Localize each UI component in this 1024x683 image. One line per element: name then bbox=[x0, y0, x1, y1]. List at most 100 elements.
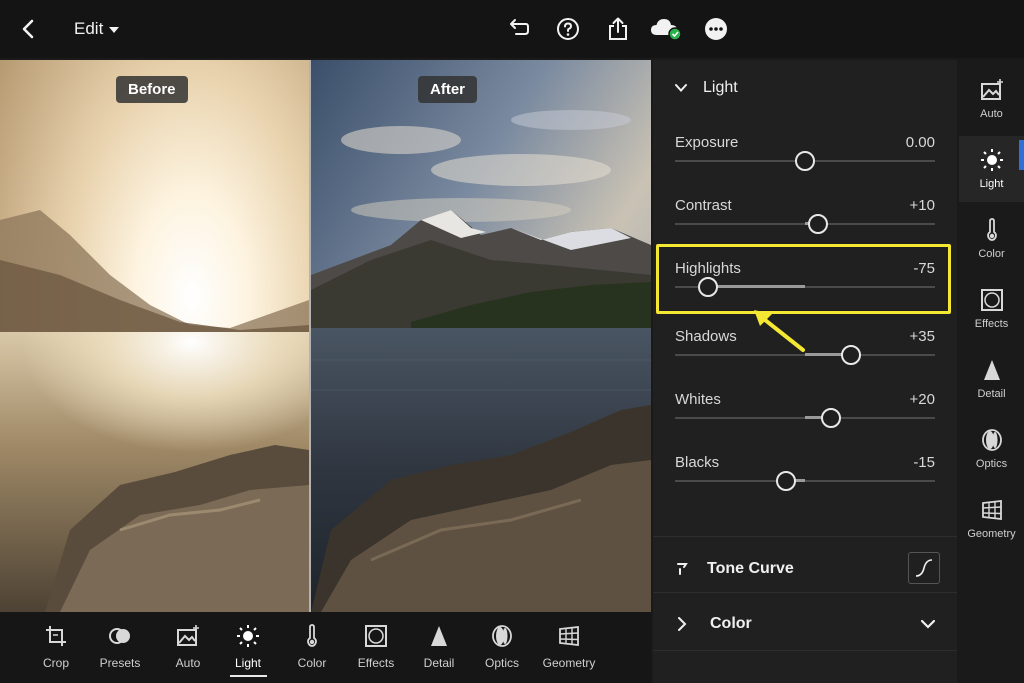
more-button[interactable] bbox=[702, 14, 730, 44]
slider-thumb[interactable] bbox=[821, 408, 841, 428]
back-button[interactable] bbox=[14, 14, 42, 44]
slider-thumb[interactable] bbox=[808, 214, 828, 234]
toolbar-effects[interactable]: Effects bbox=[345, 620, 407, 680]
cloud-sync-button[interactable] bbox=[650, 14, 684, 44]
auto-icon bbox=[177, 625, 199, 646]
tone-curve-section-header[interactable]: Tone Curve bbox=[653, 542, 957, 596]
presets-icon bbox=[109, 628, 130, 644]
undo-button[interactable] bbox=[504, 14, 532, 44]
share-button[interactable] bbox=[604, 14, 632, 44]
before-after-divider[interactable] bbox=[309, 60, 311, 612]
toolbar-color[interactable]: Color bbox=[281, 620, 343, 680]
toolbar-geometry[interactable]: Geometry bbox=[538, 620, 600, 680]
slider-track[interactable] bbox=[675, 480, 935, 482]
caret-down-icon bbox=[109, 27, 120, 33]
chevron-down-icon[interactable] bbox=[921, 619, 935, 629]
optics-icon bbox=[981, 429, 1002, 451]
slider-value[interactable]: +20 bbox=[910, 391, 935, 408]
slider-label: Exposure bbox=[675, 134, 739, 151]
toolbar-presets[interactable]: Presets bbox=[89, 620, 151, 680]
slider-value[interactable]: +10 bbox=[910, 197, 935, 214]
slider-blacks[interactable]: Blacks -15 bbox=[653, 454, 957, 514]
help-icon bbox=[557, 18, 579, 40]
slider-value[interactable]: 0.00 bbox=[906, 134, 935, 151]
before-label: Before bbox=[116, 76, 188, 103]
slider-label: Whites bbox=[675, 391, 721, 408]
photo-canvas[interactable]: Before After bbox=[0, 60, 651, 612]
active-tool-indicator bbox=[230, 675, 267, 677]
tone-curve-title: Tone Curve bbox=[707, 560, 794, 577]
rail-color-label: Color bbox=[978, 248, 1005, 260]
thermometer-icon bbox=[307, 624, 317, 647]
rail-color[interactable]: Color bbox=[959, 206, 1024, 272]
section-divider bbox=[653, 650, 957, 651]
section-divider bbox=[653, 592, 957, 593]
geometry-icon bbox=[981, 499, 1002, 521]
rail-geometry-label: Geometry bbox=[967, 528, 1016, 540]
thermometer-icon bbox=[986, 218, 997, 241]
triangle-icon bbox=[983, 360, 1000, 380]
rail-detail[interactable]: Detail bbox=[959, 346, 1024, 412]
slider-thumb[interactable] bbox=[840, 345, 861, 365]
slider-label: Blacks bbox=[675, 454, 720, 471]
help-button[interactable] bbox=[554, 14, 582, 44]
slider-exposure[interactable]: Exposure 0.00 bbox=[653, 134, 957, 194]
toolbar-presets-label: Presets bbox=[99, 656, 141, 670]
slider-label: Shadows bbox=[675, 328, 737, 345]
top-bar: Edit bbox=[0, 0, 1024, 58]
rail-auto-label: Auto bbox=[980, 108, 1003, 120]
rail-light[interactable]: Light bbox=[959, 136, 1024, 202]
curve-icon bbox=[915, 559, 933, 577]
slider-value[interactable]: -15 bbox=[913, 454, 935, 471]
slider-thumb[interactable] bbox=[795, 151, 815, 171]
bottom-toolbar: Crop Presets Auto Light Color Effects De… bbox=[0, 612, 651, 683]
toolbar-optics-label: Optics bbox=[484, 656, 519, 670]
slider-thumb[interactable] bbox=[775, 471, 796, 491]
rail-effects-label: Effects bbox=[974, 318, 1009, 330]
toolbar-optics[interactable]: Optics bbox=[471, 620, 533, 680]
more-icon bbox=[705, 18, 727, 40]
toolbar-auto[interactable]: Auto bbox=[157, 620, 219, 680]
rail-detail-label: Detail bbox=[977, 388, 1006, 400]
toolbar-detail[interactable]: Detail bbox=[408, 620, 470, 680]
toolbar-detail-label: Detail bbox=[423, 656, 455, 670]
slider-whites[interactable]: Whites +20 bbox=[653, 391, 957, 451]
slider-value[interactable]: +35 bbox=[910, 328, 935, 345]
effects-icon bbox=[980, 289, 1003, 311]
before-image bbox=[0, 60, 309, 612]
toolbar-effects-label: Effects bbox=[357, 656, 395, 670]
tone-curve-collapse-icon bbox=[677, 563, 688, 575]
edit-menu[interactable]: Edit bbox=[74, 14, 126, 44]
toolbar-auto-label: Auto bbox=[175, 656, 201, 670]
rail-effects[interactable]: Effects bbox=[959, 276, 1024, 342]
light-section-header[interactable]: Light bbox=[653, 60, 957, 116]
cloud-synced-icon bbox=[651, 19, 682, 41]
auto-icon bbox=[980, 79, 1003, 100]
effects-icon bbox=[365, 625, 387, 647]
chevron-down-icon bbox=[675, 84, 687, 92]
share-icon bbox=[609, 17, 627, 40]
undo-icon bbox=[510, 19, 529, 35]
rail-optics[interactable]: Optics bbox=[959, 416, 1024, 482]
toolbar-color-label: Color bbox=[297, 656, 327, 670]
chevron-right-icon bbox=[678, 617, 687, 631]
back-arrow-icon bbox=[22, 19, 34, 39]
edit-menu-label: Edit bbox=[74, 19, 104, 38]
annotation-arrow-icon bbox=[754, 310, 805, 352]
toolbar-geometry-label: Geometry bbox=[542, 656, 596, 670]
rail-geometry[interactable]: Geometry bbox=[959, 486, 1024, 552]
after-image bbox=[311, 60, 651, 612]
optics-icon bbox=[492, 625, 512, 647]
color-section-header[interactable]: Color bbox=[653, 597, 957, 651]
toolbar-light-label: Light bbox=[234, 656, 262, 670]
rail-auto[interactable]: Auto bbox=[959, 66, 1024, 132]
tone-curve-button[interactable] bbox=[908, 552, 940, 584]
section-divider bbox=[653, 536, 957, 537]
toolbar-crop[interactable]: Crop bbox=[25, 620, 87, 680]
edit-panel: Light Exposure 0.00 Contrast +10 Highlig… bbox=[653, 60, 957, 683]
toolbar-light[interactable]: Light bbox=[217, 620, 279, 680]
geometry-icon bbox=[559, 625, 579, 647]
light-section-title: Light bbox=[703, 79, 738, 96]
crop-icon bbox=[46, 626, 66, 646]
rail-optics-label: Optics bbox=[975, 458, 1008, 470]
